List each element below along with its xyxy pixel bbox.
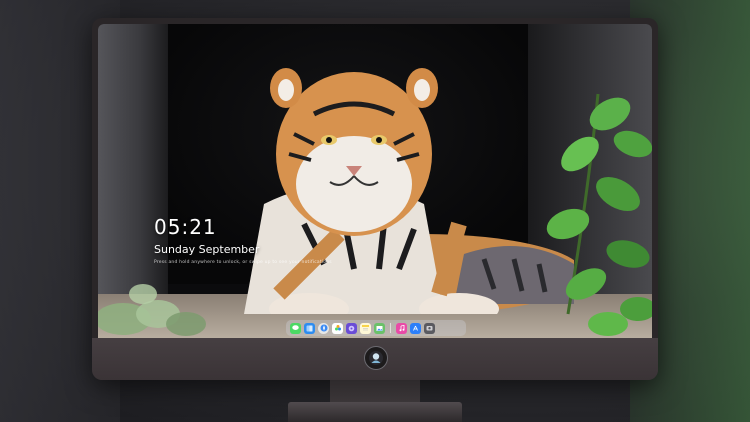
- app-store-icon[interactable]: [410, 322, 421, 334]
- lockscreen-time: 05:21: [154, 215, 217, 239]
- monitor: 05:21 Sunday September Press and hold an…: [92, 18, 658, 380]
- brand-logo-icon: [364, 346, 388, 370]
- monitor-stand-neck: [330, 380, 420, 404]
- monitor-chin: [92, 338, 658, 380]
- music-icon[interactable]: [396, 322, 407, 334]
- monitor-stand-base: [288, 402, 462, 422]
- dock: [286, 320, 466, 336]
- messages-icon[interactable]: [290, 322, 301, 334]
- imovie-icon[interactable]: [346, 322, 357, 334]
- plant-wallpaper-right: [546, 93, 652, 336]
- preview-icon[interactable]: [374, 322, 385, 334]
- photos-icon[interactable]: [332, 322, 343, 334]
- lockscreen-hint: Press and hold anywhere to unlock, or sw…: [154, 260, 332, 265]
- dock-separator: [390, 323, 391, 333]
- finder-icon[interactable]: [304, 322, 315, 334]
- plant-wallpaper-left: [98, 284, 206, 336]
- safari-icon[interactable]: [318, 322, 329, 334]
- camera-icon[interactable]: [424, 322, 435, 334]
- lockscreen-date: Sunday September: [154, 243, 260, 256]
- notes-icon[interactable]: [360, 322, 371, 334]
- lock-screen[interactable]: 05:21 Sunday September Press and hold an…: [98, 24, 652, 338]
